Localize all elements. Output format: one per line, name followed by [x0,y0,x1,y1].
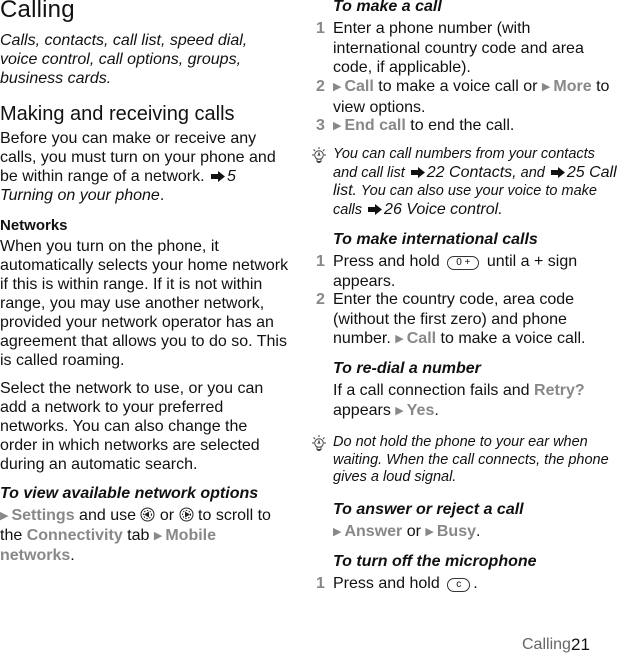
step-number: 1 [316,253,325,270]
step-text: Enter the country code, area code (witho… [333,290,616,350]
reference-link-voice-control[interactable]: 26 Voice control. [384,201,503,218]
instruction-text: to end the call. [410,117,515,134]
instruction-text: Press and hold [333,253,440,270]
mic-step: 1 Press and hold c. [316,574,616,594]
tip-text: and [520,164,545,181]
make-call-heading: To make a call [333,0,442,15]
reference-link-contacts[interactable]: 22 Contacts, [427,164,517,181]
menu-connectivity[interactable]: Connectivity [27,527,123,544]
menu-call[interactable]: Call [407,330,436,347]
menu-more[interactable]: More [553,78,591,95]
menu-answer[interactable]: Answer [344,523,402,540]
instruction-text: tab [127,527,150,544]
step-text: Press and hold 0 + until a + sign appear… [333,252,616,291]
section-paragraph: Before you can make or receive any calls… [0,130,276,204]
instruction-text: and use [79,507,136,524]
networks-paragraph-2: Select the network to use, or you can ad… [0,380,264,473]
menu-retry[interactable]: Retry? [534,382,585,399]
menu-arrow-icon: ▶ [395,333,404,345]
lightbulb-tip-icon [310,434,328,454]
redial-heading: To re-dial a number [333,360,481,377]
navigation-right-key-icon [179,507,194,522]
mic-heading: To turn off the microphone [333,553,537,570]
tip-loud-signal: Do not hold the phone to your ear when w… [310,434,617,487]
menu-arrow-icon: ▶ [395,404,404,417]
answer-text: ▶ Answer or ▶ Busy. [333,522,480,542]
step-number: 1 [316,20,325,37]
make-call-step: 2 ▶ Call to make a voice call or ▶ More to… [316,77,616,117]
clear-key-icon: c [447,578,471,592]
punctuation: . [476,523,481,540]
menu-arrow-icon: ▶ [333,526,342,538]
step-number: 2 [316,78,325,95]
footer-page-number: 21 [571,635,590,654]
zero-plus-key-icon: 0 + [447,256,480,270]
tip-text: Do not hold the phone to your ear when w… [333,434,609,485]
intl-call-step: 1 Press and hold 0 + until a + sign appe… [316,252,616,291]
reference-arrow-icon [368,204,382,215]
footer-section-name: Calling [522,636,571,653]
menu-arrow-icon: ▶ [333,120,342,132]
step-number: 2 [316,291,325,308]
reference-arrow-icon [211,171,225,182]
reference-arrow-icon [411,167,425,178]
step-number: 1 [316,575,325,592]
section-heading: Making and receiving calls [0,103,235,125]
view-options-heading: To view available network options [0,485,259,502]
reference-arrow-icon [551,167,565,178]
step-text: Enter a phone number (with international… [333,20,584,76]
instruction-text: to make a voice call. [440,330,586,347]
intl-call-heading: To make international calls [333,231,538,248]
menu-arrow-icon: ▶ [0,510,9,522]
menu-arrow-icon: ▶ [333,81,342,93]
step-number: 3 [316,117,325,134]
step-text: ▶ End call to end the call. [333,116,616,137]
menu-arrow-icon: ▶ [541,81,551,93]
answer-heading: To answer or reject a call [333,501,524,518]
step-text: Press and hold c. [333,574,616,594]
page-title: Calling [0,0,75,23]
make-call-step: 3 ▶ End call to end the call. [316,116,616,137]
instruction-text: appears [333,401,391,419]
instruction-text: Press and hold [333,575,440,592]
tip-call-from-contacts: You can call numbers from your contacts … [310,146,617,219]
instruction-text: or [159,507,175,524]
menu-arrow-icon: ▶ [153,530,163,542]
networks-paragraph-1: When you turn on the phone, it automatic… [0,238,289,369]
menu-end-call[interactable]: End call [344,117,405,134]
intl-call-step: 2 Enter the country code, area code (wit… [316,290,616,350]
navigation-left-key-icon [140,507,155,522]
make-call-step: 1 Enter a phone number (with internation… [316,19,616,78]
menu-arrow-icon: ▶ [425,526,434,538]
menu-call[interactable]: Call [344,78,373,95]
instruction-text: or [406,523,421,540]
instruction-text: If a call connection fails and [333,382,530,399]
redial-text: If a call connection fails and Retry? ap… [333,381,617,421]
view-options-instructions: ▶ Settings and use or to scroll to the Co… [0,507,271,564]
punctuation: . [434,401,439,419]
menu-yes[interactable]: Yes [407,402,435,419]
chapter-intro: Calls, contacts, call list, speed dial, … [0,32,248,87]
networks-heading: Networks [0,217,68,234]
punctuation: . [473,575,478,592]
step-text: ▶ Call to make a voice call or ▶ More to v… [333,77,616,117]
menu-settings[interactable]: Settings [11,507,74,524]
menu-busy[interactable]: Busy [437,523,476,540]
lightbulb-tip-icon [310,146,328,166]
instruction-text: to make a voice call or [378,78,538,95]
